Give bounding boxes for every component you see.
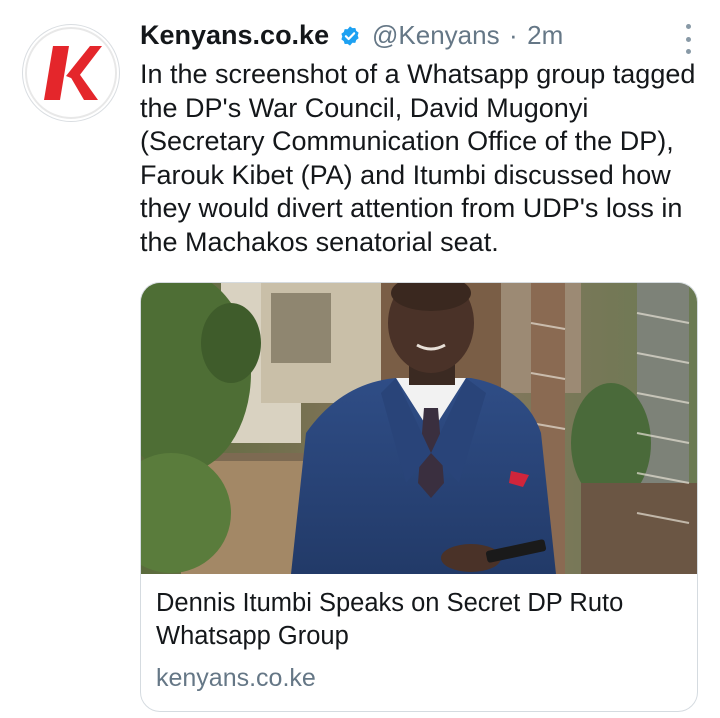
meta-separator: · bbox=[509, 20, 518, 50]
link-card[interactable]: Dennis Itumbi Speaks on Secret DP Ruto W… bbox=[140, 282, 698, 712]
card-title[interactable]: Dennis Itumbi Speaks on Secret DP Ruto W… bbox=[156, 587, 685, 653]
card-domain[interactable]: kenyans.co.ke bbox=[156, 664, 685, 693]
tweet-header: Kenyans.co.ke @Kenyans · 2m bbox=[140, 20, 700, 56]
verified-badge-icon bbox=[340, 25, 359, 46]
avatar[interactable] bbox=[22, 24, 120, 122]
tweet-text: In the screenshot of a Whatsapp group ta… bbox=[140, 59, 696, 257]
author-handle[interactable]: @Kenyans bbox=[372, 20, 500, 51]
kenyans-logo-icon bbox=[25, 27, 117, 119]
card-body: Dennis Itumbi Speaks on Secret DP Ruto W… bbox=[156, 587, 685, 693]
card-photo[interactable] bbox=[141, 283, 697, 574]
tweet-timestamp[interactable]: 2m bbox=[527, 20, 563, 51]
more-vertical-icon[interactable] bbox=[676, 24, 700, 54]
author-name[interactable]: Kenyans.co.ke bbox=[140, 20, 329, 51]
